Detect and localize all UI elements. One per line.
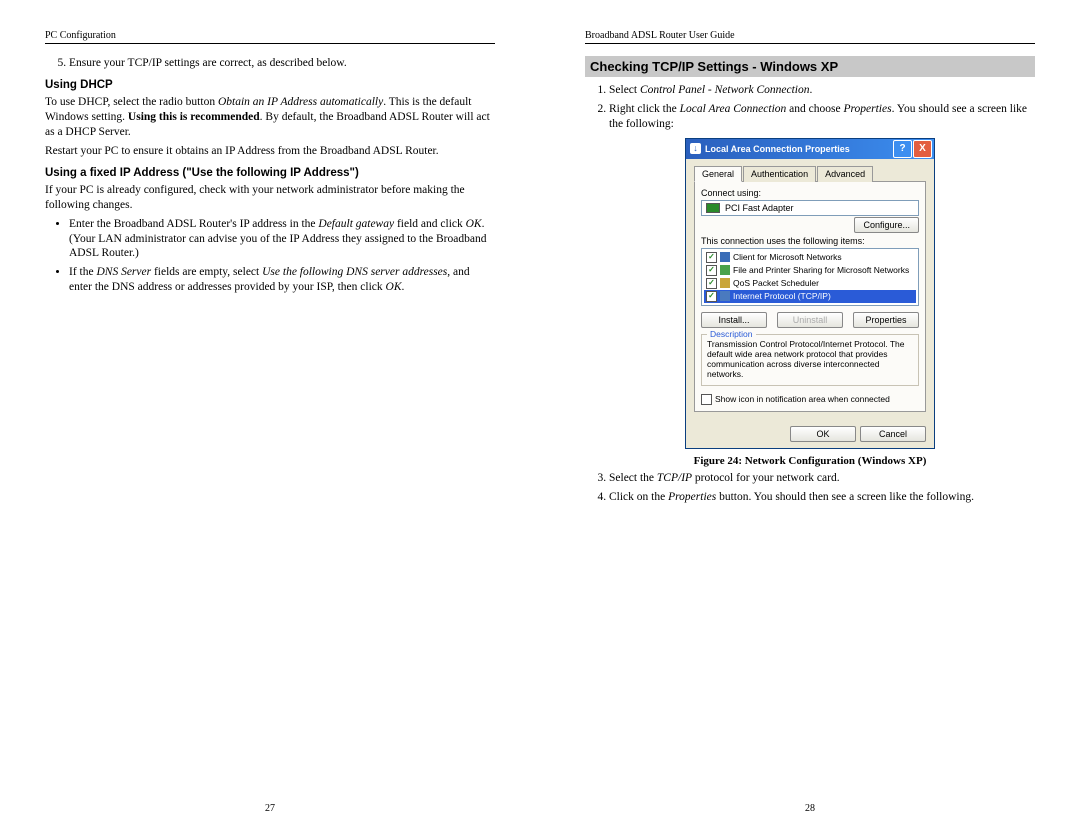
- cancel-button[interactable]: Cancel: [860, 426, 926, 442]
- figure-caption: Figure 24: Network Configuration (Window…: [585, 455, 1035, 467]
- description-fieldset: Description Transmission Control Protoco…: [701, 334, 919, 386]
- notif-label: Show icon in notification area when conn…: [715, 394, 890, 404]
- items-listbox[interactable]: ✓ Client for Microsoft Networks ✓ File a…: [701, 248, 919, 306]
- dialog-buttons: OK Cancel: [686, 420, 934, 448]
- checkbox-icon[interactable]: ✓: [706, 252, 717, 263]
- fixed-heading: Using a fixed IP Address ("Use the follo…: [45, 167, 495, 179]
- adapter-icon: [706, 203, 720, 213]
- step-1: Select Control Panel - Network Connectio…: [609, 83, 1035, 98]
- xp-body: General Authentication Advanced Connect …: [686, 159, 934, 420]
- item-fileshare[interactable]: ✓ File and Printer Sharing for Microsoft…: [704, 264, 916, 277]
- items-label: This connection uses the following items…: [701, 236, 919, 246]
- left-page: PC Configuration Ensure your TCP/IP sett…: [0, 0, 540, 834]
- bullet-1: Enter the Broadband ADSL Router's IP add…: [69, 217, 495, 262]
- bullet-2: If the DNS Server fields are empty, sele…: [69, 265, 495, 295]
- service-icon: [720, 278, 730, 288]
- step-5: Ensure your TCP/IP settings are correct,…: [69, 56, 495, 71]
- xp-title: Local Area Connection Properties: [705, 144, 850, 154]
- right-steps-a: Select Control Panel - Network Connectio…: [585, 83, 1035, 132]
- ok-button[interactable]: OK: [790, 426, 856, 442]
- tab-authentication[interactable]: Authentication: [743, 166, 816, 182]
- item-tcpip[interactable]: ✓ Internet Protocol (TCP/IP): [704, 290, 916, 303]
- dhcp-para1: To use DHCP, select the radio button Obt…: [45, 95, 495, 140]
- xp-dialog: ↓ Local Area Connection Properties ? X G…: [685, 138, 935, 449]
- right-header: Broadband ADSL Router User Guide: [585, 30, 1035, 44]
- right-steps-b: Select the TCP/IP protocol for your netw…: [585, 471, 1035, 505]
- xp-tabs: General Authentication Advanced: [694, 165, 926, 182]
- step-2: Right click the Local Area Connection an…: [609, 102, 1035, 132]
- item-qos[interactable]: ✓ QoS Packet Scheduler: [704, 277, 916, 290]
- left-header: PC Configuration: [45, 30, 495, 44]
- client-icon: [720, 252, 730, 262]
- xp-titlebar[interactable]: ↓ Local Area Connection Properties ? X: [686, 139, 934, 159]
- connect-using-label: Connect using:: [701, 188, 919, 198]
- properties-button[interactable]: Properties: [853, 312, 919, 328]
- notif-row[interactable]: ✓ Show icon in notification area when co…: [701, 394, 919, 405]
- tab-advanced[interactable]: Advanced: [817, 166, 873, 182]
- checkbox-icon[interactable]: ✓: [701, 394, 712, 405]
- dhcp-para2: Restart your PC to ensure it obtains an …: [45, 144, 495, 159]
- step-list: Ensure your TCP/IP settings are correct,…: [45, 56, 495, 71]
- step-3: Select the TCP/IP protocol for your netw…: [609, 471, 1035, 486]
- checkbox-icon[interactable]: ✓: [706, 291, 717, 302]
- dhcp-heading: Using DHCP: [45, 79, 495, 91]
- left-header-text: PC Configuration: [45, 30, 116, 41]
- close-button[interactable]: X: [913, 140, 932, 158]
- description-text: Transmission Control Protocol/Internet P…: [707, 339, 913, 380]
- item-client[interactable]: ✓ Client for Microsoft Networks: [704, 251, 916, 264]
- description-legend: Description: [707, 329, 756, 339]
- install-button[interactable]: Install...: [701, 312, 767, 328]
- fixed-bullets: Enter the Broadband ADSL Router's IP add…: [45, 217, 495, 296]
- checkbox-icon[interactable]: ✓: [706, 265, 717, 276]
- right-page: Broadband ADSL Router User Guide Checkin…: [540, 0, 1080, 834]
- adapter-field[interactable]: PCI Fast Adapter: [701, 200, 919, 216]
- right-page-num: 28: [805, 803, 815, 814]
- tab-general[interactable]: General: [694, 166, 742, 182]
- left-page-num: 27: [265, 803, 275, 814]
- xp-tab-panel: Connect using: PCI Fast Adapter Configur…: [694, 182, 926, 412]
- adapter-name: PCI Fast Adapter: [725, 203, 794, 213]
- service-icon: [720, 265, 730, 275]
- section-title: Checking TCP/IP Settings - Windows XP: [585, 56, 1035, 77]
- connection-icon: ↓: [690, 143, 701, 154]
- uninstall-button[interactable]: Uninstall: [777, 312, 843, 328]
- right-header-text: Broadband ADSL Router User Guide: [585, 30, 735, 41]
- protocol-icon: [720, 291, 730, 301]
- checkbox-icon[interactable]: ✓: [706, 278, 717, 289]
- fixed-intro: If your PC is already configured, check …: [45, 183, 495, 213]
- help-button[interactable]: ?: [893, 140, 912, 158]
- step-4: Click on the Properties button. You shou…: [609, 490, 1035, 505]
- configure-button[interactable]: Configure...: [854, 217, 919, 233]
